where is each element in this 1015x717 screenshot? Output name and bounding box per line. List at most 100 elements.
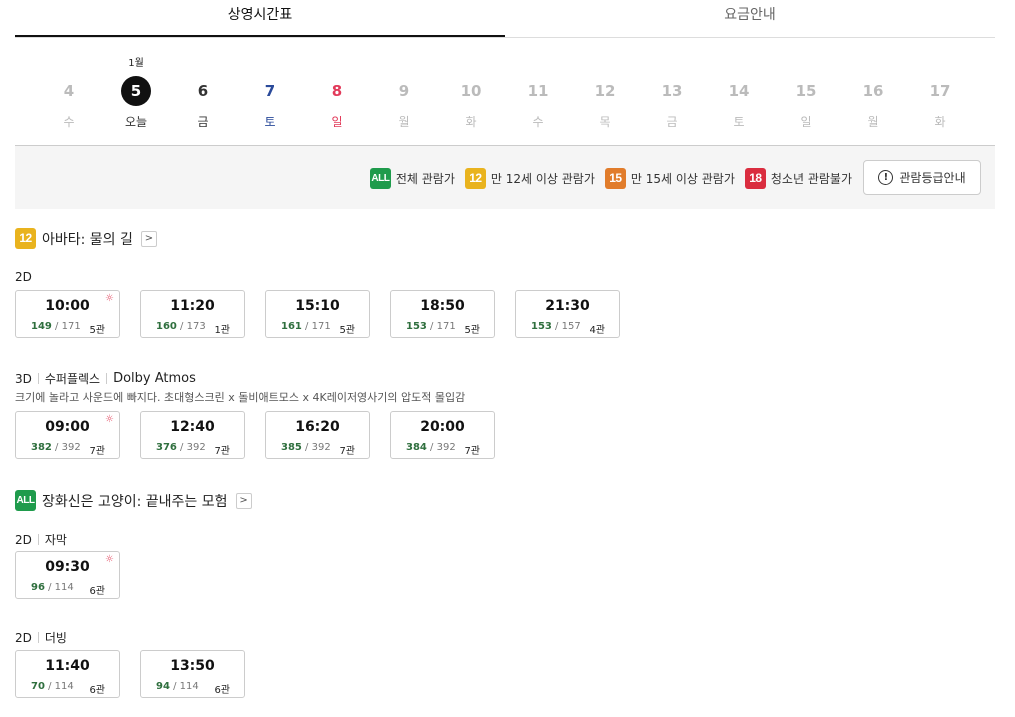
format-tag: 2D [15, 270, 32, 284]
seat-separator: / [176, 442, 187, 453]
showtime-button[interactable]: 09:00 382 / 392 7관 ☼ [15, 411, 120, 459]
showtime-time: 21:30 [545, 298, 590, 314]
seats-total: 171 [436, 321, 456, 332]
format-tag: 3D [15, 371, 32, 386]
showtime-button[interactable]: 15:10 161 / 171 5관 [265, 290, 370, 338]
seat-separator: / [51, 442, 62, 453]
month-label [781, 56, 831, 72]
seats-available: 149 [31, 321, 52, 332]
showtime-button[interactable]: 21:30 153 / 157 4관 [515, 290, 620, 338]
rating-guide-button[interactable]: ! 관람등급안내 [863, 160, 981, 195]
month-label [580, 56, 630, 72]
legend-label: 청소년 관람불가 [770, 172, 852, 186]
seats-total: 392 [61, 442, 81, 453]
seat-count: 160 / 173 [156, 321, 206, 332]
rating-badge-icon: 12 [15, 228, 36, 249]
date-item: 4수 [44, 56, 94, 130]
showtime-list: 09:00 382 / 392 7관 ☼ 12:40 376 / 392 7관 16:20 38… [15, 411, 495, 459]
info-circle-icon: ! [878, 170, 894, 185]
seats-total: 392 [186, 442, 206, 453]
legend-item: 18 청소년 관람불가 [744, 168, 852, 189]
date-item: 10 화 [446, 56, 496, 130]
rating-badge-icon: 18 [744, 168, 766, 189]
date-item: 12 목 [580, 56, 630, 130]
legend-item: ALL 전체 관람가 [369, 168, 455, 189]
date-number: 11 [527, 82, 549, 100]
hall-number: 4관 [589, 325, 605, 336]
showtime-time: 20:00 [420, 419, 465, 435]
legend-label: 만 12세 이상 관람가 [490, 172, 595, 186]
format-tag: Dolby Atmos [113, 371, 196, 386]
hall-number: 1관 [214, 325, 230, 336]
format-tag: 2D [15, 630, 32, 645]
format-tag: 자막 [44, 533, 67, 547]
month-label [446, 56, 496, 72]
date-item: 9월 [379, 56, 429, 130]
screen-format: 2D 자막 [15, 531, 67, 548]
showtime-button[interactable]: 09:30 96 / 114 6관 ☼ [15, 551, 120, 599]
showtime-time: 11:20 [170, 298, 215, 314]
showtime-button[interactable]: 12:40 376 / 392 7관 [140, 411, 245, 459]
date-item[interactable]: 8일 [312, 56, 362, 130]
weekday-label: 금 [666, 115, 678, 129]
seats-available: 153 [406, 321, 427, 332]
date-number: 13 [661, 82, 683, 100]
date-item: 13 금 [647, 56, 697, 130]
format-tag: 2D [15, 532, 32, 547]
date-number: 8 [331, 82, 343, 100]
date-item[interactable]: 1월 5 오늘 [111, 56, 161, 130]
chevron-right-icon[interactable]: > [140, 230, 157, 247]
showtime-button[interactable]: 11:40 70 / 114 6관 [15, 650, 120, 698]
month-label [245, 56, 295, 72]
tab-showtimes[interactable]: 상영시간표 [15, 0, 505, 37]
sun-icon: ☼ [105, 414, 114, 425]
movie-title-text[interactable]: 장화신은 고양이: 끝내주는 모험 [42, 491, 228, 511]
format-tag: 수퍼플렉스 [44, 372, 101, 386]
showtime-list: 10:00 149 / 171 5관 ☼ 11:20 160 / 173 1관 15:10 16… [15, 290, 620, 338]
hall-number: 7관 [339, 446, 355, 457]
seats-available: 385 [281, 442, 302, 453]
showtime-button[interactable]: 16:20 385 / 392 7관 [265, 411, 370, 459]
hall-number: 5관 [464, 325, 480, 336]
showtime-list: 11:40 70 / 114 6관 13:50 94 / 114 6관 [15, 650, 245, 698]
rating-badge-icon: 15 [604, 168, 626, 189]
date-number: 16 [862, 82, 884, 100]
seat-count: 385 / 392 [281, 442, 331, 453]
date-number: 12 [594, 82, 616, 100]
hall-number: 6관 [214, 685, 230, 696]
date-item[interactable]: 6금 [178, 56, 228, 130]
month-label [915, 56, 965, 72]
weekday-label: 목 [599, 115, 611, 129]
schedule-tabs: 상영시간표 요금안내 [15, 0, 995, 38]
rating-legend: ALL 전체 관람가 12 만 12세 이상 관람가 15 만 15세 이상 관람가 18 청… [15, 146, 995, 209]
weekday-label: 일 [800, 115, 812, 129]
showtime-button[interactable]: 20:00 384 / 392 7관 [390, 411, 495, 459]
date-number: 14 [728, 82, 750, 100]
chevron-right-icon[interactable]: > [235, 492, 252, 509]
showtime-button[interactable]: 13:50 94 / 114 6관 [140, 650, 245, 698]
movie-title-text[interactable]: 아바타: 물의 길 [42, 229, 133, 249]
format-tag: 더빙 [44, 631, 67, 645]
showtime-list: 09:30 96 / 114 6관 ☼ [15, 551, 120, 599]
showtime-button[interactable]: 10:00 149 / 171 5관 ☼ [15, 290, 120, 338]
seats-total: 171 [311, 321, 331, 332]
format-description: 크기에 놀라고 사운드에 빠지다. 초대형스크린 x 돌비애트모스 x 4K레이… [15, 391, 466, 404]
tab-pricing[interactable]: 요금안내 [505, 0, 995, 37]
date-number: 9 [398, 82, 410, 100]
date-item: 15 일 [781, 56, 831, 130]
date-number: 5 [121, 76, 151, 106]
weekday-label: 토 [264, 115, 276, 129]
showtime-time: 18:50 [420, 298, 465, 314]
seat-separator: / [426, 321, 437, 332]
seat-separator: / [44, 582, 55, 593]
seats-available: 376 [156, 442, 177, 453]
date-number: 4 [63, 82, 75, 100]
date-item[interactable]: 7토 [245, 56, 295, 130]
screen-format: 2D [15, 270, 32, 284]
showtime-button[interactable]: 11:20 160 / 173 1관 [140, 290, 245, 338]
seats-available: 94 [156, 681, 170, 692]
date-item: 14 토 [714, 56, 764, 130]
seats-total: 392 [436, 442, 456, 453]
showtime-button[interactable]: 18:50 153 / 171 5관 [390, 290, 495, 338]
seat-separator: / [551, 321, 562, 332]
